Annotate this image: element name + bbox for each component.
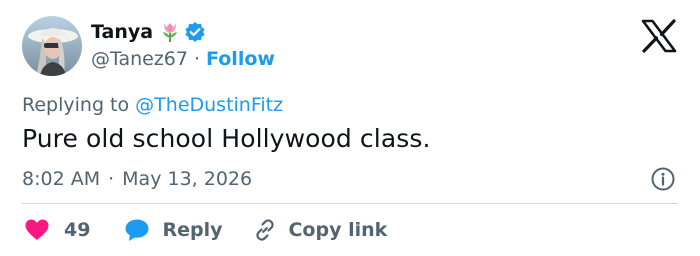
separator-dot: · bbox=[108, 168, 115, 190]
copy-link-button[interactable]: Copy link bbox=[252, 217, 387, 243]
reply-context-prefix: Replying to bbox=[22, 94, 130, 116]
x-logo-icon[interactable] bbox=[640, 19, 678, 53]
link-icon bbox=[252, 217, 278, 243]
reply-button[interactable]: Reply bbox=[124, 218, 252, 242]
tulip-icon bbox=[160, 21, 180, 43]
divider bbox=[22, 203, 678, 204]
like-button[interactable]: 49 bbox=[22, 218, 124, 242]
tweet-date: May 13, 2026 bbox=[122, 168, 253, 190]
action-bar: 49 Reply Copy link bbox=[22, 214, 387, 246]
avatar[interactable] bbox=[22, 16, 82, 76]
heart-icon bbox=[24, 218, 50, 242]
author-name-row: Tanya bbox=[91, 20, 206, 44]
user-handle[interactable]: @Tanez67 bbox=[91, 48, 188, 70]
reply-context: Replying to @TheDustinFitz bbox=[22, 94, 283, 116]
tweet-timestamp[interactable]: 8:02 AM · May 13, 2026 bbox=[22, 168, 252, 190]
info-icon[interactable] bbox=[650, 166, 676, 192]
verified-badge-icon bbox=[184, 21, 206, 43]
tweet-embed-card: Tanya @Tanez67 · Follow Replying to @The… bbox=[0, 0, 700, 256]
tweet-text: Pure old school Hollywood class. bbox=[22, 124, 431, 153]
follow-button[interactable]: Follow bbox=[206, 48, 275, 70]
speech-bubble-icon bbox=[124, 218, 150, 242]
reply-mention-link[interactable]: @TheDustinFitz bbox=[135, 94, 283, 116]
like-count: 49 bbox=[64, 219, 91, 241]
tweet-time: 8:02 AM bbox=[22, 168, 101, 190]
reply-label: Reply bbox=[162, 219, 223, 241]
author-handle-row: @Tanez67 · Follow bbox=[91, 48, 275, 70]
separator-dot: · bbox=[194, 48, 201, 70]
display-name[interactable]: Tanya bbox=[91, 21, 153, 43]
copy-link-label: Copy link bbox=[288, 219, 388, 241]
